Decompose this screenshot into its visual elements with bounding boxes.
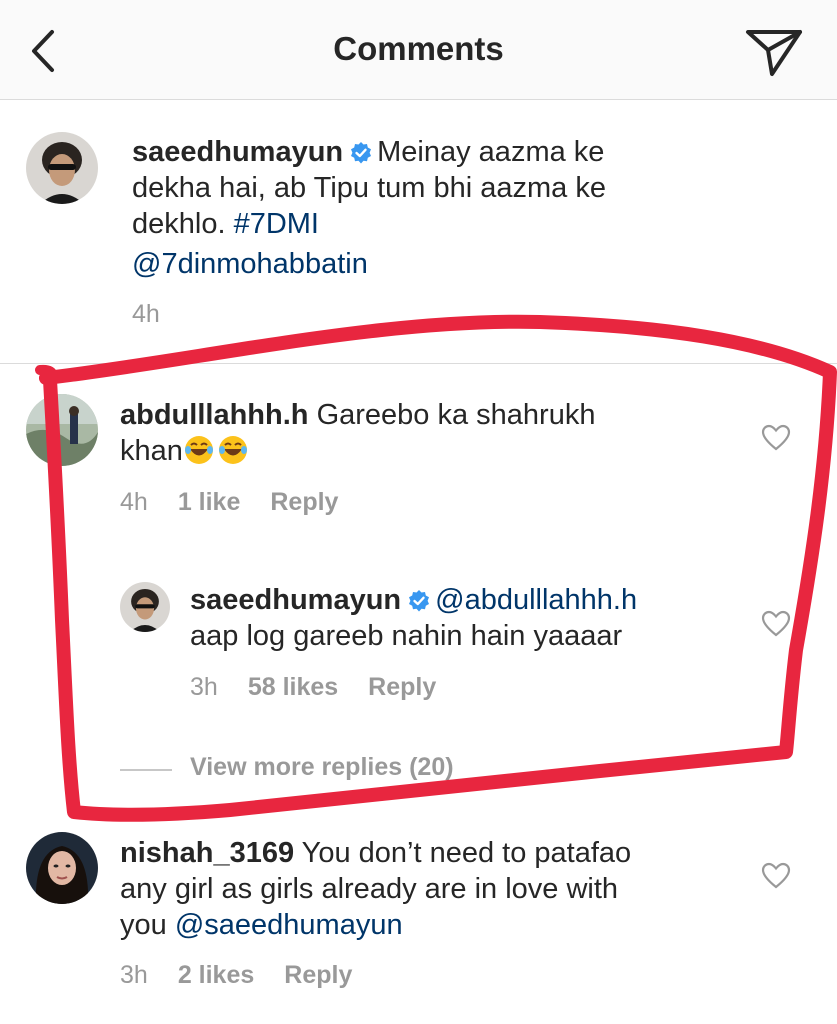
caption-body-line2: dekha hai, ab Tipu tum bhi aazma ke xyxy=(132,172,606,204)
reply-meta: 3h 58 likes Reply xyxy=(190,673,466,702)
comment-text: abdulllahhh.h Gareebo ka shahrukh khan xyxy=(120,397,720,469)
like-button[interactable] xyxy=(761,862,791,890)
comment-meta: 4h 1 like Reply xyxy=(120,488,368,517)
caption-text: saeedhumayun Meinay aazma ke dekha hai, a… xyxy=(132,134,692,282)
heart-icon xyxy=(761,862,791,889)
reply-button[interactable]: Reply xyxy=(284,961,352,989)
verified-badge-icon xyxy=(351,142,372,164)
heart-icon xyxy=(761,424,791,451)
page-title: Comments xyxy=(333,30,504,67)
verified-badge-icon xyxy=(409,590,430,612)
post-caption: saeedhumayun Meinay aazma ke dekha hai, a… xyxy=(0,100,837,364)
header-bar: Comments xyxy=(0,0,837,100)
avatar[interactable] xyxy=(120,582,170,632)
avatar[interactable] xyxy=(26,394,98,466)
comment-timestamp: 4h xyxy=(120,488,148,516)
comment-text: nishah_3169 You don’t need to patafao an… xyxy=(120,835,740,943)
reply-button[interactable]: Reply xyxy=(270,488,338,516)
likes-count[interactable]: 2 likes xyxy=(178,961,254,989)
comment-body: Gareebo ka shahrukh xyxy=(316,399,596,431)
comment-meta: 3h 2 likes Reply xyxy=(120,961,382,990)
reply-text: saeedhumayun @abdulllahhh.h aap log garee… xyxy=(190,582,750,654)
avatar[interactable] xyxy=(26,832,98,904)
hashtag-link[interactable]: #7DMI xyxy=(234,208,319,240)
comment-username[interactable]: nishah_3169 xyxy=(120,837,294,869)
comment-body-line2: khan xyxy=(120,435,183,467)
caption-username[interactable]: saeedhumayun xyxy=(132,136,343,168)
share-button[interactable] xyxy=(742,24,806,80)
divider-line xyxy=(120,769,172,771)
paper-plane-icon xyxy=(746,30,802,76)
comment-body-line3: you xyxy=(120,909,167,941)
caption-timestamp: 4h xyxy=(132,300,160,328)
likes-count[interactable]: 58 likes xyxy=(248,673,338,701)
mention-link[interactable]: @7dinmohabbatin xyxy=(132,246,368,282)
caption-body: Meinay aazma ke xyxy=(377,136,605,168)
like-button[interactable] xyxy=(761,424,791,452)
reply-username[interactable]: saeedhumayun xyxy=(190,584,401,616)
reply-timestamp: 3h xyxy=(190,673,218,701)
reply-body: aap log gareeb nahin hain yaaaar xyxy=(190,620,623,652)
laughing-emoji-icon xyxy=(183,435,249,467)
mention-link[interactable]: @saeedhumayun xyxy=(175,909,403,941)
view-more-label: View more replies (20) xyxy=(190,753,454,781)
mention-link[interactable]: @abdulllahhh.h xyxy=(435,584,637,616)
caption-meta: 4h xyxy=(132,300,190,329)
comment-body: You don’t need to patafao xyxy=(301,837,632,869)
comment-body-line2: any girl as girls already are in love wi… xyxy=(120,873,619,905)
reply-button[interactable]: Reply xyxy=(368,673,436,701)
likes-count[interactable]: 1 like xyxy=(178,488,241,516)
comment-timestamp: 3h xyxy=(120,961,148,989)
caption-body-line3: dekhlo. xyxy=(132,208,226,240)
like-button[interactable] xyxy=(761,610,791,638)
avatar[interactable] xyxy=(26,132,98,204)
heart-icon xyxy=(761,610,791,637)
comment-username[interactable]: abdulllahhh.h xyxy=(120,399,309,431)
